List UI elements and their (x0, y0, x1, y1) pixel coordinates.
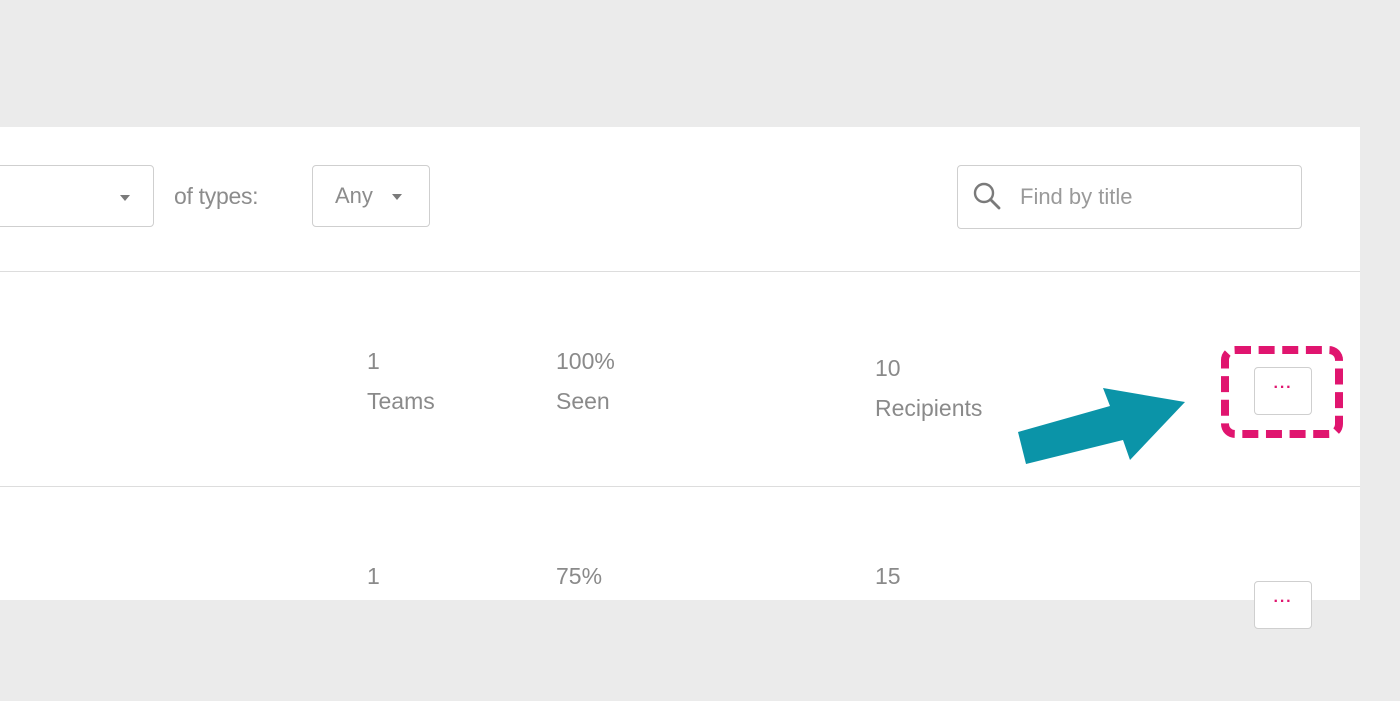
teams-stat: 1 Teams (367, 341, 435, 421)
type-dropdown-value: Any (335, 183, 373, 208)
seen-label: Seen (556, 388, 610, 414)
arrow-pointer (1018, 388, 1185, 464)
chevron-down-icon (120, 195, 130, 201)
teams-label: Teams (367, 388, 435, 414)
recipients-count-row2: 15 (875, 563, 901, 589)
recipients-stat: 10 Recipients (875, 348, 982, 428)
filter-toolbar: of types: Any (0, 127, 1360, 272)
search-box[interactable] (957, 165, 1302, 229)
chevron-down-icon (392, 194, 402, 200)
seen-stat: 100% Seen (556, 341, 615, 421)
search-input[interactable] (1020, 182, 1280, 212)
more-options-icon: ··· (1273, 593, 1293, 610)
filter-select[interactable] (0, 165, 154, 227)
search-icon (973, 182, 1001, 210)
content-panel: of types: Any 10 Recipients (0, 127, 1360, 600)
teams-count: 1 (367, 348, 380, 374)
types-label: of types: (174, 183, 259, 209)
seen-percent-row2: 75% (556, 563, 603, 589)
seen-percent: 100% (556, 348, 615, 374)
teams-count-row2: 1 (367, 563, 380, 589)
more-options-button[interactable]: ··· (1254, 581, 1312, 629)
recipients-label: Recipients (875, 395, 983, 421)
table-row[interactable] (0, 487, 1360, 701)
recipients-count: 10 (875, 355, 901, 381)
highlight-box (1221, 346, 1343, 438)
type-dropdown[interactable]: Any (312, 165, 430, 227)
